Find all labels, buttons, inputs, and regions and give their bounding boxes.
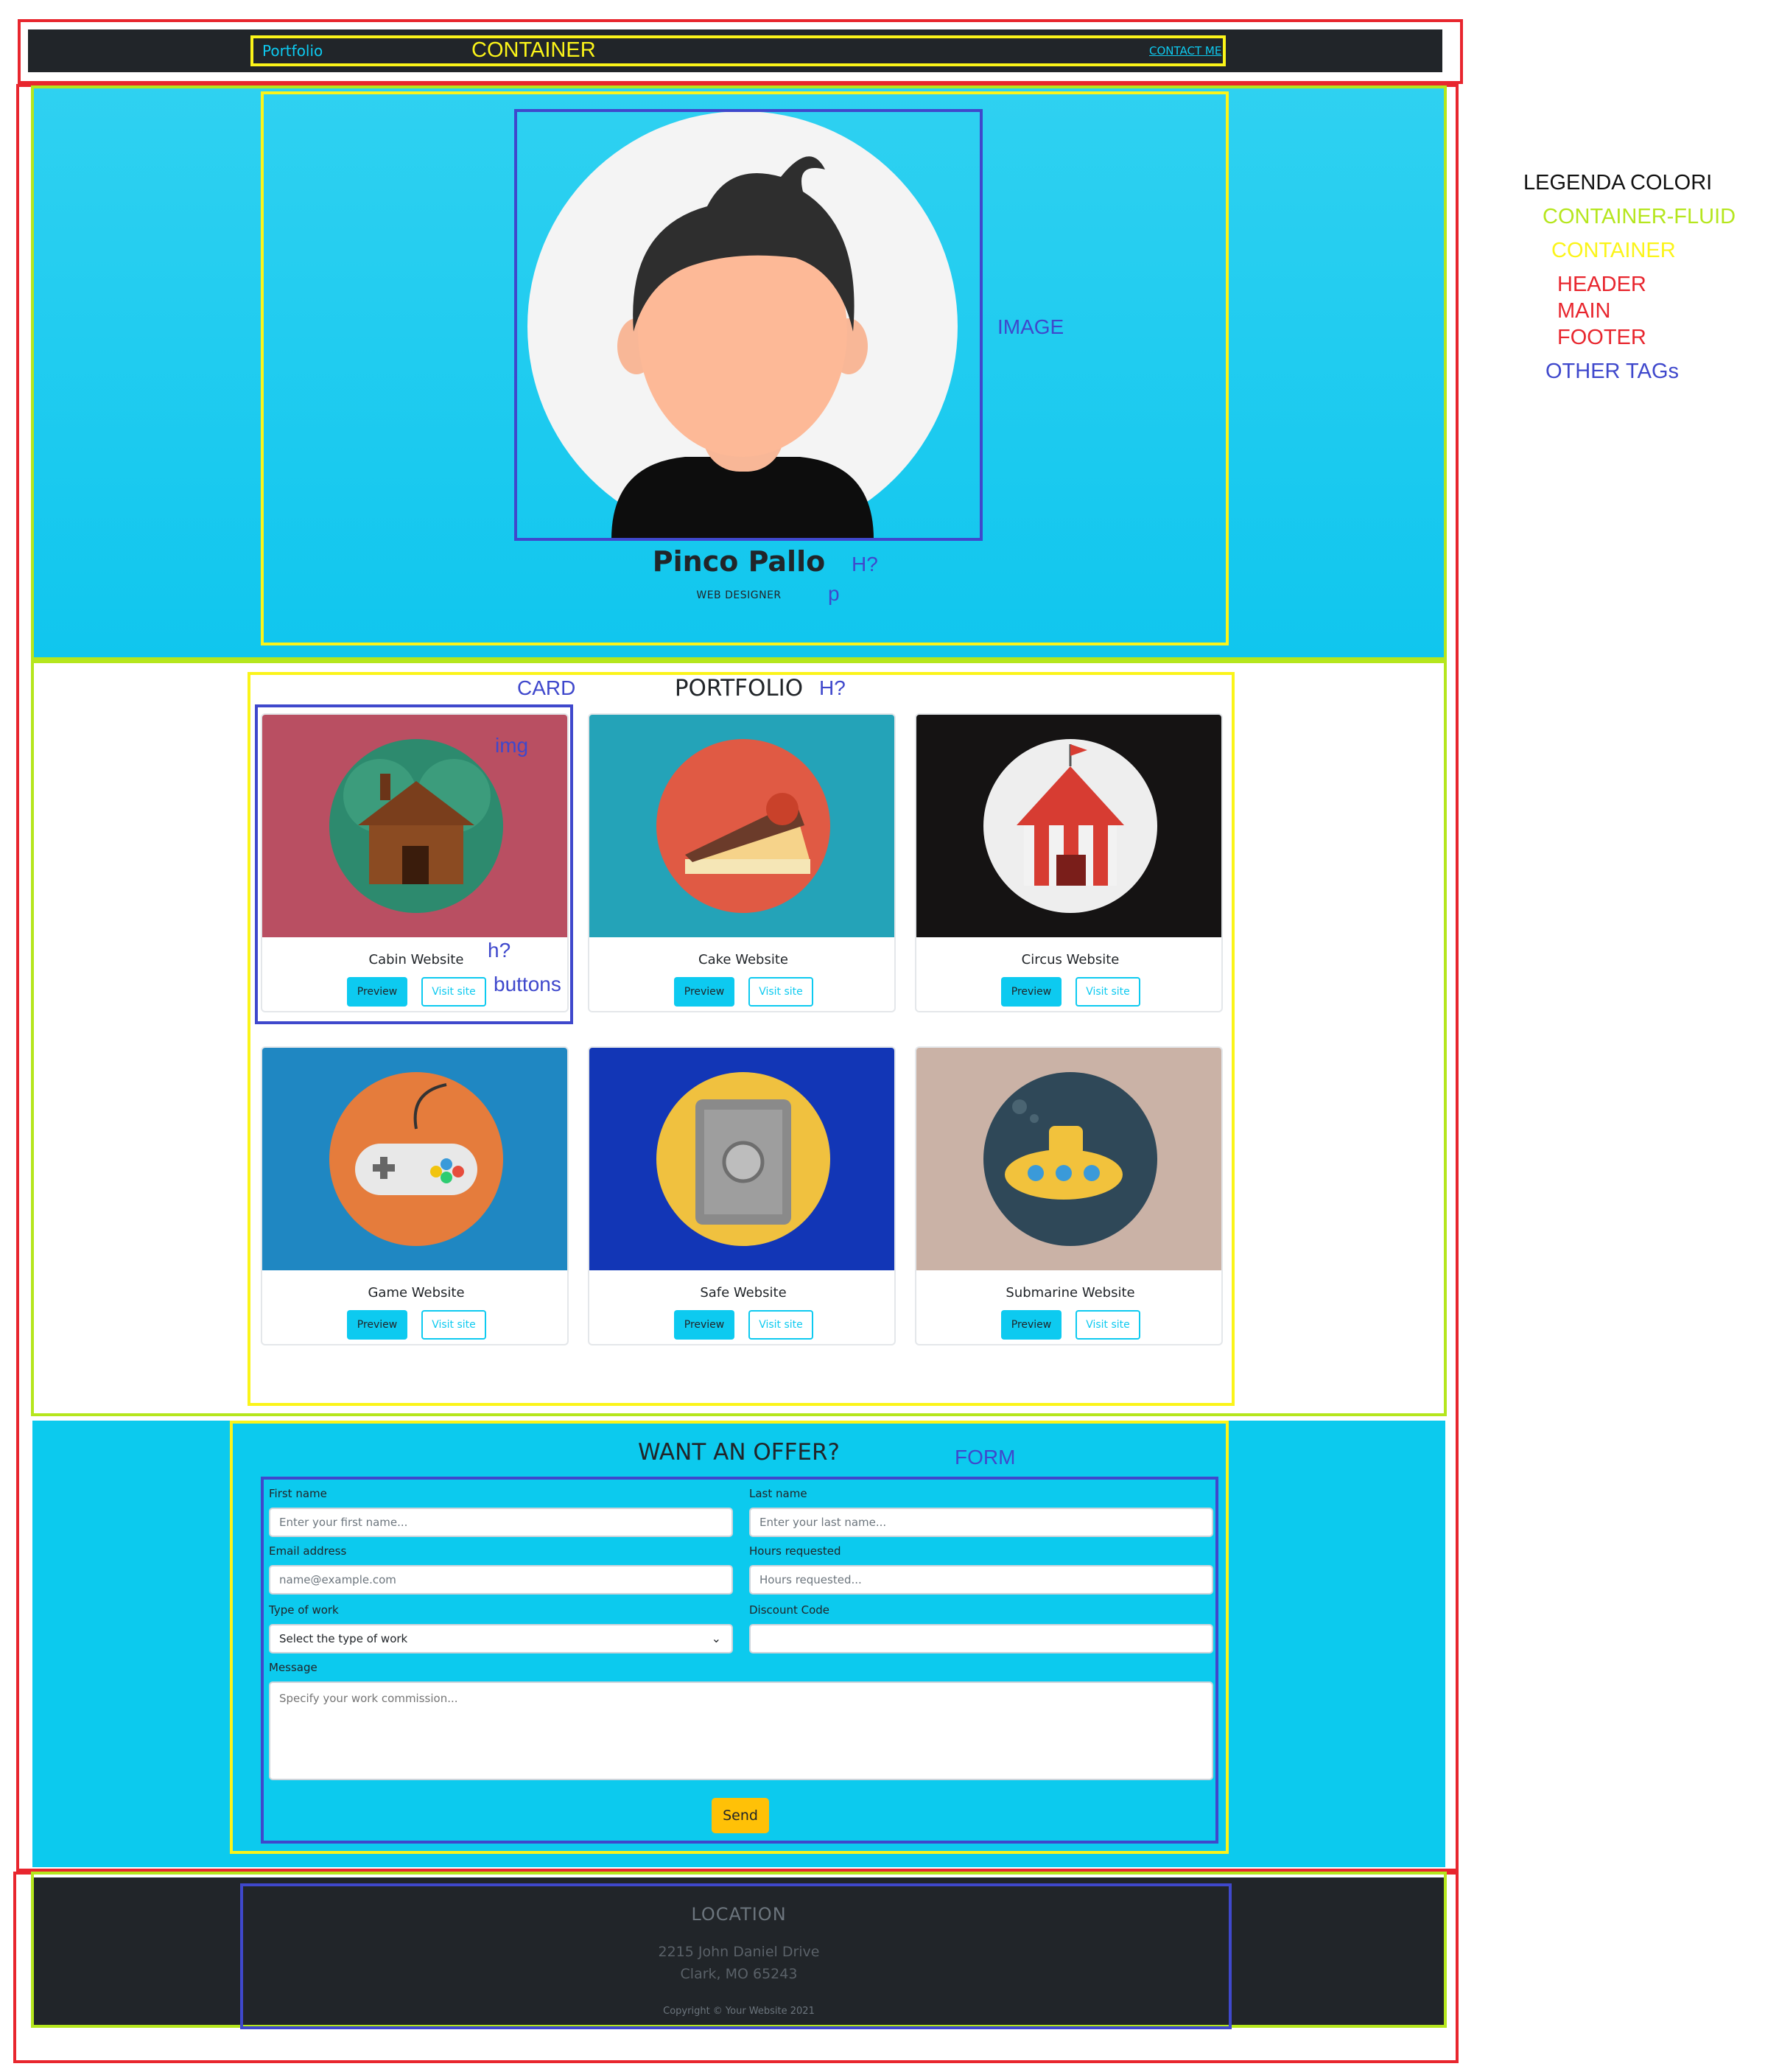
legend-footer: FOOTER xyxy=(1557,326,1646,349)
paragraph-annotation: p xyxy=(828,582,840,605)
img-annotation: img xyxy=(495,734,529,757)
card-annotation: CARD xyxy=(517,676,576,699)
legend-title: LEGENDA COLORI xyxy=(1523,171,1713,195)
legend-main: MAIN xyxy=(1557,299,1611,323)
legend-container: CONTAINER xyxy=(1551,239,1676,262)
image-outline xyxy=(514,109,983,541)
heading-annotation: H? xyxy=(852,553,878,575)
buttons-annotation: buttons xyxy=(494,973,561,995)
image-annotation: IMAGE xyxy=(997,315,1064,338)
header-container-outline xyxy=(250,35,1226,66)
form-outline xyxy=(261,1477,1218,1844)
form-annotation: FORM xyxy=(955,1446,1016,1469)
portfolio-heading-annotation: H? xyxy=(819,676,846,699)
legend-other-tags: OTHER TAGs xyxy=(1545,360,1679,383)
legend-container-fluid: CONTAINER-FLUID xyxy=(1543,205,1736,228)
footer-content-outline xyxy=(240,1883,1232,2029)
legend-header: HEADER xyxy=(1557,273,1646,296)
card-heading-annotation: h? xyxy=(488,939,511,962)
